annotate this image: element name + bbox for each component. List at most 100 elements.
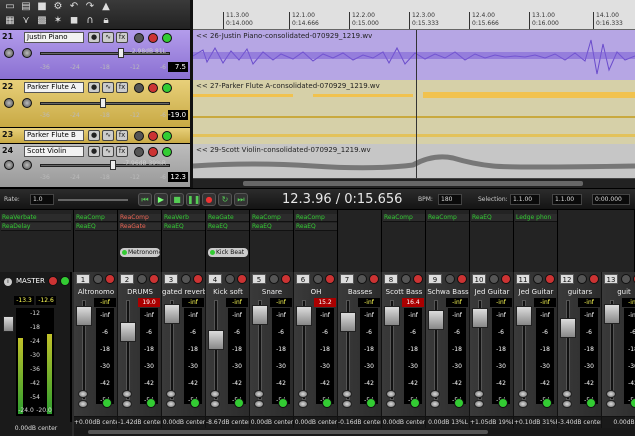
fx-slot[interactable]: ReaComp xyxy=(427,214,469,222)
solo-icon[interactable] xyxy=(630,398,635,408)
fx-button[interactable]: fx xyxy=(116,32,128,43)
fader-thumb[interactable] xyxy=(516,306,532,326)
fx-button[interactable]: fx xyxy=(116,130,128,141)
solo-icon[interactable] xyxy=(454,398,464,408)
solo-icon[interactable] xyxy=(162,33,172,43)
fader-thumb[interactable] xyxy=(252,305,268,325)
timeline-ruler[interactable]: 11.3.00 0:14.000 12.1.00 0:14.666 12.2.00 0… xyxy=(193,0,635,30)
repeat-icon[interactable]: ↻ xyxy=(218,193,232,206)
solo-icon[interactable] xyxy=(234,398,244,408)
folder-icon[interactable] xyxy=(445,274,455,284)
fader-thumb[interactable] xyxy=(428,310,444,330)
fx-slot[interactable]: ReaGate xyxy=(207,214,249,222)
master-fader[interactable] xyxy=(3,316,14,332)
fx-slot[interactable]: ReaEQ xyxy=(207,223,249,231)
fader-thumb[interactable] xyxy=(340,312,356,332)
width-knob-icon[interactable] xyxy=(562,400,572,408)
pan-knob-icon[interactable] xyxy=(4,98,14,108)
folder-icon[interactable] xyxy=(137,274,147,284)
mute-icon[interactable] xyxy=(237,274,247,284)
monitor-icon[interactable] xyxy=(134,147,144,157)
pan-knob-icon[interactable] xyxy=(518,390,528,398)
fader-track[interactable] xyxy=(566,300,570,400)
width-knob-icon[interactable] xyxy=(210,400,220,408)
pan-knob-icon[interactable] xyxy=(298,390,308,398)
fx-slot[interactable]: ReaDelay xyxy=(1,223,71,231)
width-knob-icon[interactable] xyxy=(166,400,176,408)
solo-icon[interactable] xyxy=(278,398,288,408)
folder-icon[interactable] xyxy=(401,274,411,284)
fx-column[interactable]: Ledge phon xyxy=(514,210,558,272)
mute-icon[interactable] xyxy=(457,274,467,284)
forward-icon[interactable]: ⏭ xyxy=(234,193,248,206)
mute-icon[interactable] xyxy=(281,274,291,284)
fx-column[interactable]: ReaComp xyxy=(426,210,470,272)
pan-knob-icon[interactable] xyxy=(430,390,440,398)
io-routing-icon[interactable]: ∿ xyxy=(102,82,114,93)
fx-button[interactable]: fx xyxy=(116,82,128,93)
fx-slot[interactable]: ReaComp xyxy=(295,214,337,222)
fx-column[interactable]: ReaComp ReaEQ xyxy=(294,210,338,272)
fx-column[interactable] xyxy=(558,210,635,272)
folder-icon[interactable] xyxy=(269,274,279,284)
record-arm-icon[interactable]: ● xyxy=(88,32,100,43)
fx-column[interactable]: ReaComp ReaEQ xyxy=(74,210,118,272)
rate-slider[interactable] xyxy=(58,199,128,201)
volume-slider-thumb[interactable] xyxy=(110,160,116,170)
fader-track[interactable] xyxy=(214,300,218,400)
monitor-icon[interactable] xyxy=(134,131,144,141)
ripple-edit-icon[interactable]: ▩ xyxy=(36,15,48,27)
fader-thumb[interactable] xyxy=(164,304,180,324)
fx-slot[interactable]: ReaEQ xyxy=(471,214,513,222)
width-knob-icon[interactable] xyxy=(474,400,484,408)
pan-knob-icon[interactable] xyxy=(78,390,88,398)
fx-column[interactable]: ReaComp ReaGate Metronome xyxy=(118,210,162,272)
track-name-field[interactable]: Scott Violin xyxy=(24,146,84,157)
solo-icon[interactable] xyxy=(586,398,596,408)
folder-icon[interactable] xyxy=(489,274,499,284)
solo-icon[interactable] xyxy=(190,398,200,408)
pan-knob-icon[interactable] xyxy=(254,390,264,398)
mixer-scrollbar[interactable] xyxy=(74,428,635,436)
fx-slot[interactable]: ReaVerb xyxy=(163,214,205,222)
fx-column[interactable]: ReaVerb ReaEQ xyxy=(162,210,206,272)
pan-knob-icon[interactable] xyxy=(342,390,352,398)
mute-icon[interactable] xyxy=(148,33,158,43)
solo-icon[interactable] xyxy=(146,398,156,408)
mute-icon[interactable] xyxy=(589,274,599,284)
width-knob-icon[interactable] xyxy=(606,400,616,408)
folder-icon[interactable] xyxy=(357,274,367,284)
fx-button[interactable]: fx xyxy=(116,146,128,157)
solo-icon[interactable] xyxy=(542,398,552,408)
io-routing-icon[interactable]: ∿ xyxy=(102,32,114,43)
phase-icon[interactable] xyxy=(22,48,32,58)
mute-icon[interactable] xyxy=(148,131,158,141)
settings-icon[interactable]: ⚙ xyxy=(52,1,64,13)
folder-icon[interactable] xyxy=(181,274,191,284)
play-icon[interactable]: ▶ xyxy=(154,193,168,206)
pan-knob-icon[interactable] xyxy=(386,390,396,398)
track-header[interactable]: 22 Parker Flute A ● ∿ fx -19.0 -36 -24 -18… xyxy=(0,80,190,128)
fx-slot[interactable]: ReaComp xyxy=(251,214,293,222)
track-name-field[interactable]: Parker Flute A xyxy=(24,82,84,93)
record-arm-icon[interactable]: ● xyxy=(88,130,100,141)
mute-icon[interactable] xyxy=(413,274,423,284)
volume-slider-thumb[interactable] xyxy=(118,48,124,58)
fader-thumb[interactable] xyxy=(296,306,312,326)
solo-icon[interactable] xyxy=(60,276,70,286)
fx-slot[interactable]: ReaEQ xyxy=(75,223,117,231)
mute-icon[interactable] xyxy=(325,274,335,284)
fx-slot[interactable]: Ledge phon xyxy=(515,214,557,222)
solo-icon[interactable] xyxy=(162,147,172,157)
folder-icon[interactable] xyxy=(577,274,587,284)
mute-icon[interactable] xyxy=(148,83,158,93)
fx-slot[interactable]: ReaVerbate xyxy=(1,214,71,222)
fader-thumb[interactable] xyxy=(208,330,224,350)
track-name-field[interactable]: Parker Flute B xyxy=(24,130,84,141)
track-header[interactable]: 23 Parker Flute B ● ∿ fx xyxy=(0,128,190,144)
solo-icon[interactable] xyxy=(410,398,420,408)
selection-start-field[interactable]: 1.1.00 xyxy=(510,194,540,205)
mute-icon[interactable] xyxy=(148,147,158,157)
info-icon[interactable]: i xyxy=(4,278,12,286)
fx-slot[interactable]: ReaComp xyxy=(75,214,117,222)
